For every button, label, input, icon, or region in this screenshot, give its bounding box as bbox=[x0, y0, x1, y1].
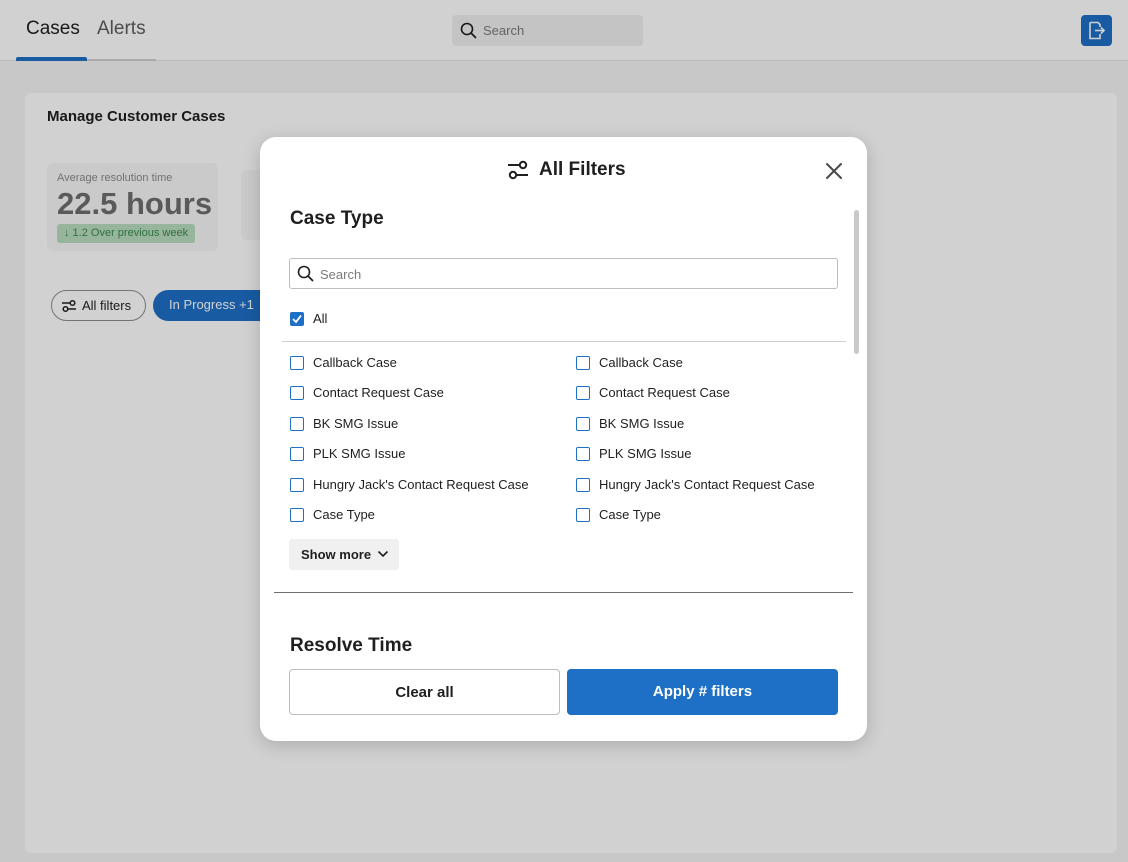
checkbox[interactable] bbox=[290, 447, 304, 461]
checkbox-all[interactable] bbox=[290, 312, 304, 326]
case-type-option[interactable]: Contact Request Case bbox=[290, 384, 570, 404]
all-filters-modal: All Filters Case Type All Callback Case … bbox=[260, 137, 867, 741]
show-more-label: Show more bbox=[301, 547, 372, 562]
case-type-search-input[interactable] bbox=[320, 265, 820, 283]
checkbox[interactable] bbox=[576, 417, 590, 431]
checkbox[interactable] bbox=[576, 478, 590, 492]
case-type-option[interactable]: BK SMG Issue bbox=[290, 415, 570, 435]
checkbox[interactable] bbox=[290, 478, 304, 492]
search-icon bbox=[297, 265, 314, 287]
option-label: Case Type bbox=[313, 507, 375, 522]
modal-title: All Filters bbox=[539, 159, 626, 180]
option-label: Contact Request Case bbox=[313, 385, 444, 400]
case-type-option[interactable]: Case Type bbox=[290, 506, 570, 526]
checkbox[interactable] bbox=[576, 447, 590, 461]
option-label: Hungry Jack's Contact Request Case bbox=[313, 477, 529, 492]
chevron-down-icon bbox=[377, 550, 389, 558]
option-label: BK SMG Issue bbox=[313, 416, 399, 431]
checkbox[interactable] bbox=[290, 508, 304, 522]
case-type-search-field[interactable] bbox=[289, 258, 838, 289]
case-type-option[interactable]: Callback Case bbox=[576, 354, 856, 374]
resolve-time-heading: Resolve Time bbox=[290, 635, 413, 656]
checkbox[interactable] bbox=[576, 356, 590, 370]
checkbox[interactable] bbox=[290, 356, 304, 370]
case-type-heading: Case Type bbox=[290, 208, 384, 229]
checkbox[interactable] bbox=[290, 417, 304, 431]
case-type-option[interactable]: Hungry Jack's Contact Request Case bbox=[576, 476, 856, 496]
section-divider bbox=[274, 592, 853, 593]
checkbox[interactable] bbox=[290, 386, 304, 400]
clear-all-button[interactable]: Clear all bbox=[289, 669, 560, 715]
close-icon bbox=[826, 163, 842, 179]
modal-scrollbar[interactable] bbox=[854, 210, 859, 354]
apply-filters-button[interactable]: Apply # filters bbox=[567, 669, 838, 715]
option-label: Callback Case bbox=[599, 355, 683, 370]
sliders-icon bbox=[507, 159, 529, 186]
case-type-option[interactable]: Hungry Jack's Contact Request Case bbox=[290, 476, 570, 496]
option-label: PLK SMG Issue bbox=[313, 446, 406, 461]
close-button[interactable] bbox=[824, 161, 844, 181]
case-type-option[interactable]: Callback Case bbox=[290, 354, 570, 374]
checkmark-icon bbox=[292, 314, 302, 324]
checkbox[interactable] bbox=[576, 386, 590, 400]
apply-filters-label: Apply # filters bbox=[652, 683, 753, 700]
case-type-option[interactable]: PLK SMG Issue bbox=[290, 445, 570, 465]
clear-all-label: Clear all bbox=[395, 684, 454, 701]
checkbox[interactable] bbox=[576, 508, 590, 522]
option-label: Contact Request Case bbox=[599, 385, 730, 400]
case-type-option[interactable]: Contact Request Case bbox=[576, 384, 856, 404]
show-more-button[interactable]: Show more bbox=[289, 539, 399, 570]
checkbox-all-label: All bbox=[313, 311, 328, 326]
case-type-option[interactable]: Case Type bbox=[576, 506, 856, 526]
option-label: PLK SMG Issue bbox=[599, 446, 692, 461]
option-label: Callback Case bbox=[313, 355, 397, 370]
option-label: Hungry Jack's Contact Request Case bbox=[599, 477, 815, 492]
option-label: Case Type bbox=[599, 507, 661, 522]
option-label: BK SMG Issue bbox=[599, 416, 685, 431]
case-type-option[interactable]: PLK SMG Issue bbox=[576, 445, 856, 465]
case-type-option[interactable]: BK SMG Issue bbox=[576, 415, 856, 435]
divider bbox=[282, 341, 846, 342]
